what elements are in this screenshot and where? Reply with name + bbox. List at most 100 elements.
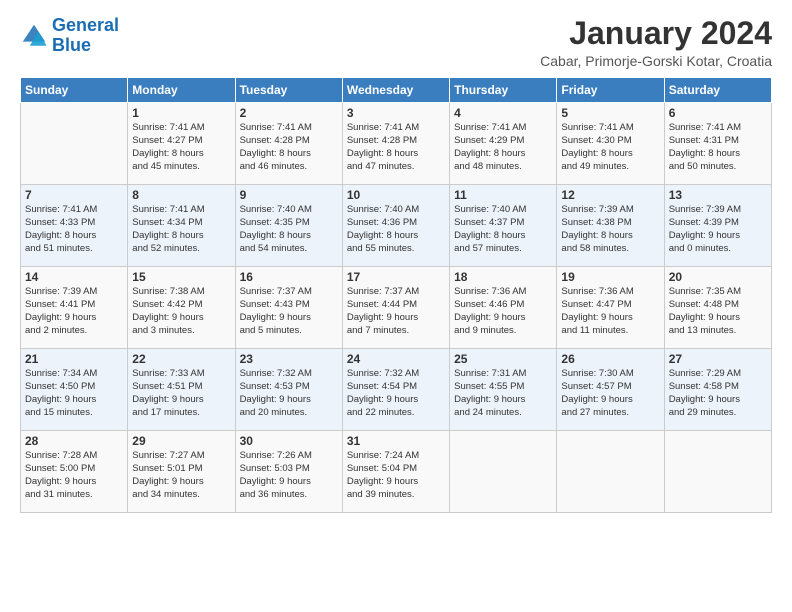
day-number: 12 xyxy=(561,188,659,202)
day-info: Sunrise: 7:30 AMSunset: 4:57 PMDaylight:… xyxy=(561,368,659,419)
calendar-cell: 30 Sunrise: 7:26 AMSunset: 5:03 PMDayligh… xyxy=(235,431,342,513)
day-number: 15 xyxy=(132,270,230,284)
day-info: Sunrise: 7:37 AMSunset: 4:44 PMDaylight:… xyxy=(347,286,445,337)
day-info: Sunrise: 7:41 AMSunset: 4:28 PMDaylight:… xyxy=(347,122,445,173)
calendar-cell: 22 Sunrise: 7:33 AMSunset: 4:51 PMDayligh… xyxy=(128,349,235,431)
calendar-cell: 23Sunrise: 7:32 AMSunset: 4:53 PMDayligh… xyxy=(235,349,342,431)
calendar-cell: 12 Sunrise: 7:39 AMSunset: 4:38 PMDayligh… xyxy=(557,185,664,267)
header-row: SundayMondayTuesdayWednesdayThursdayFrid… xyxy=(21,78,772,103)
logo-icon xyxy=(20,22,48,50)
calendar-cell: 19 Sunrise: 7:36 AMSunset: 4:47 PMDayligh… xyxy=(557,267,664,349)
calendar-cell: 26 Sunrise: 7:30 AMSunset: 4:57 PMDayligh… xyxy=(557,349,664,431)
column-header-thursday: Thursday xyxy=(450,78,557,103)
day-number: 24 xyxy=(347,352,445,366)
day-number: 20 xyxy=(669,270,767,284)
day-number: 27 xyxy=(669,352,767,366)
column-header-wednesday: Wednesday xyxy=(342,78,449,103)
calendar-cell: 20Sunrise: 7:35 AMSunset: 4:48 PMDayligh… xyxy=(664,267,771,349)
column-header-friday: Friday xyxy=(557,78,664,103)
day-number: 29 xyxy=(132,434,230,448)
day-info: Sunrise: 7:41 AMSunset: 4:33 PMDaylight:… xyxy=(25,204,123,255)
calendar-cell: 28 Sunrise: 7:28 AMSunset: 5:00 PMDayligh… xyxy=(21,431,128,513)
day-number: 30 xyxy=(240,434,338,448)
calendar-cell: 31Sunrise: 7:24 AMSunset: 5:04 PMDayligh… xyxy=(342,431,449,513)
day-info: Sunrise: 7:40 AMSunset: 4:37 PMDaylight:… xyxy=(454,204,552,255)
day-number: 26 xyxy=(561,352,659,366)
calendar-cell: 17 Sunrise: 7:37 AMSunset: 4:44 PMDayligh… xyxy=(342,267,449,349)
day-number: 4 xyxy=(454,106,552,120)
calendar-cell: 24Sunrise: 7:32 AMSunset: 4:54 PMDayligh… xyxy=(342,349,449,431)
subtitle: Cabar, Primorje-Gorski Kotar, Croatia xyxy=(540,53,772,69)
calendar-cell: 5 Sunrise: 7:41 AMSunset: 4:30 PMDaylight… xyxy=(557,103,664,185)
calendar-cell: 18 Sunrise: 7:36 AMSunset: 4:46 PMDayligh… xyxy=(450,267,557,349)
day-number: 10 xyxy=(347,188,445,202)
calendar-cell: 8 Sunrise: 7:41 AMSunset: 4:34 PMDaylight… xyxy=(128,185,235,267)
day-number: 8 xyxy=(132,188,230,202)
day-number: 11 xyxy=(454,188,552,202)
calendar-cell: 9 Sunrise: 7:40 AMSunset: 4:35 PMDaylight… xyxy=(235,185,342,267)
day-info: Sunrise: 7:26 AMSunset: 5:03 PMDaylight:… xyxy=(240,450,338,501)
day-info: Sunrise: 7:39 AMSunset: 4:38 PMDaylight:… xyxy=(561,204,659,255)
day-number: 18 xyxy=(454,270,552,284)
day-info: Sunrise: 7:31 AMSunset: 4:55 PMDaylight:… xyxy=(454,368,552,419)
week-row-4: 21 Sunrise: 7:34 AMSunset: 4:50 PMDayligh… xyxy=(21,349,772,431)
day-info: Sunrise: 7:39 AMSunset: 4:41 PMDaylight:… xyxy=(25,286,123,337)
page: General Blue January 2024 Cabar, Primorj… xyxy=(0,0,792,612)
day-info: Sunrise: 7:41 AMSunset: 4:27 PMDaylight:… xyxy=(132,122,230,173)
column-header-saturday: Saturday xyxy=(664,78,771,103)
day-info: Sunrise: 7:37 AMSunset: 4:43 PMDaylight:… xyxy=(240,286,338,337)
day-info: Sunrise: 7:38 AMSunset: 4:42 PMDaylight:… xyxy=(132,286,230,337)
day-info: Sunrise: 7:28 AMSunset: 5:00 PMDaylight:… xyxy=(25,450,123,501)
day-info: Sunrise: 7:40 AMSunset: 4:36 PMDaylight:… xyxy=(347,204,445,255)
day-number: 13 xyxy=(669,188,767,202)
day-number: 14 xyxy=(25,270,123,284)
day-info: Sunrise: 7:33 AMSunset: 4:51 PMDaylight:… xyxy=(132,368,230,419)
day-info: Sunrise: 7:36 AMSunset: 4:47 PMDaylight:… xyxy=(561,286,659,337)
day-number: 21 xyxy=(25,352,123,366)
header: General Blue January 2024 Cabar, Primorj… xyxy=(20,16,772,69)
calendar-cell: 29Sunrise: 7:27 AMSunset: 5:01 PMDayligh… xyxy=(128,431,235,513)
calendar-cell: 7Sunrise: 7:41 AMSunset: 4:33 PMDaylight… xyxy=(21,185,128,267)
calendar-cell: 2Sunrise: 7:41 AMSunset: 4:28 PMDaylight… xyxy=(235,103,342,185)
day-info: Sunrise: 7:41 AMSunset: 4:30 PMDaylight:… xyxy=(561,122,659,173)
week-row-5: 28 Sunrise: 7:28 AMSunset: 5:00 PMDayligh… xyxy=(21,431,772,513)
calendar-cell: 14 Sunrise: 7:39 AMSunset: 4:41 PMDayligh… xyxy=(21,267,128,349)
calendar-cell: 11 Sunrise: 7:40 AMSunset: 4:37 PMDayligh… xyxy=(450,185,557,267)
day-number: 1 xyxy=(132,106,230,120)
calendar-cell: 15 Sunrise: 7:38 AMSunset: 4:42 PMDayligh… xyxy=(128,267,235,349)
calendar-cell: 4Sunrise: 7:41 AMSunset: 4:29 PMDaylight… xyxy=(450,103,557,185)
calendar-table: SundayMondayTuesdayWednesdayThursdayFrid… xyxy=(20,77,772,513)
day-number: 25 xyxy=(454,352,552,366)
day-number: 28 xyxy=(25,434,123,448)
calendar-cell: 3Sunrise: 7:41 AMSunset: 4:28 PMDaylight… xyxy=(342,103,449,185)
day-info: Sunrise: 7:41 AMSunset: 4:34 PMDaylight:… xyxy=(132,204,230,255)
calendar-cell: 16Sunrise: 7:37 AMSunset: 4:43 PMDayligh… xyxy=(235,267,342,349)
day-info: Sunrise: 7:39 AMSunset: 4:39 PMDaylight:… xyxy=(669,204,767,255)
day-number: 19 xyxy=(561,270,659,284)
day-info: Sunrise: 7:36 AMSunset: 4:46 PMDaylight:… xyxy=(454,286,552,337)
main-title: January 2024 xyxy=(540,16,772,51)
logo: General Blue xyxy=(20,16,119,56)
calendar-cell xyxy=(450,431,557,513)
day-number: 2 xyxy=(240,106,338,120)
calendar-cell: 27 Sunrise: 7:29 AMSunset: 4:58 PMDayligh… xyxy=(664,349,771,431)
title-block: January 2024 Cabar, Primorje-Gorski Kota… xyxy=(540,16,772,69)
logo-general: General xyxy=(52,15,119,35)
day-number: 9 xyxy=(240,188,338,202)
day-info: Sunrise: 7:34 AMSunset: 4:50 PMDaylight:… xyxy=(25,368,123,419)
week-row-2: 7Sunrise: 7:41 AMSunset: 4:33 PMDaylight… xyxy=(21,185,772,267)
calendar-cell: 21 Sunrise: 7:34 AMSunset: 4:50 PMDayligh… xyxy=(21,349,128,431)
day-info: Sunrise: 7:32 AMSunset: 4:53 PMDaylight:… xyxy=(240,368,338,419)
day-info: Sunrise: 7:29 AMSunset: 4:58 PMDaylight:… xyxy=(669,368,767,419)
calendar-cell: 25 Sunrise: 7:31 AMSunset: 4:55 PMDayligh… xyxy=(450,349,557,431)
day-info: Sunrise: 7:24 AMSunset: 5:04 PMDaylight:… xyxy=(347,450,445,501)
week-row-3: 14 Sunrise: 7:39 AMSunset: 4:41 PMDayligh… xyxy=(21,267,772,349)
calendar-cell: 10 Sunrise: 7:40 AMSunset: 4:36 PMDayligh… xyxy=(342,185,449,267)
day-number: 5 xyxy=(561,106,659,120)
day-info: Sunrise: 7:40 AMSunset: 4:35 PMDaylight:… xyxy=(240,204,338,255)
column-header-tuesday: Tuesday xyxy=(235,78,342,103)
calendar-cell: 6Sunrise: 7:41 AMSunset: 4:31 PMDaylight… xyxy=(664,103,771,185)
day-number: 17 xyxy=(347,270,445,284)
calendar-cell: 1 Sunrise: 7:41 AMSunset: 4:27 PMDaylight… xyxy=(128,103,235,185)
day-number: 22 xyxy=(132,352,230,366)
